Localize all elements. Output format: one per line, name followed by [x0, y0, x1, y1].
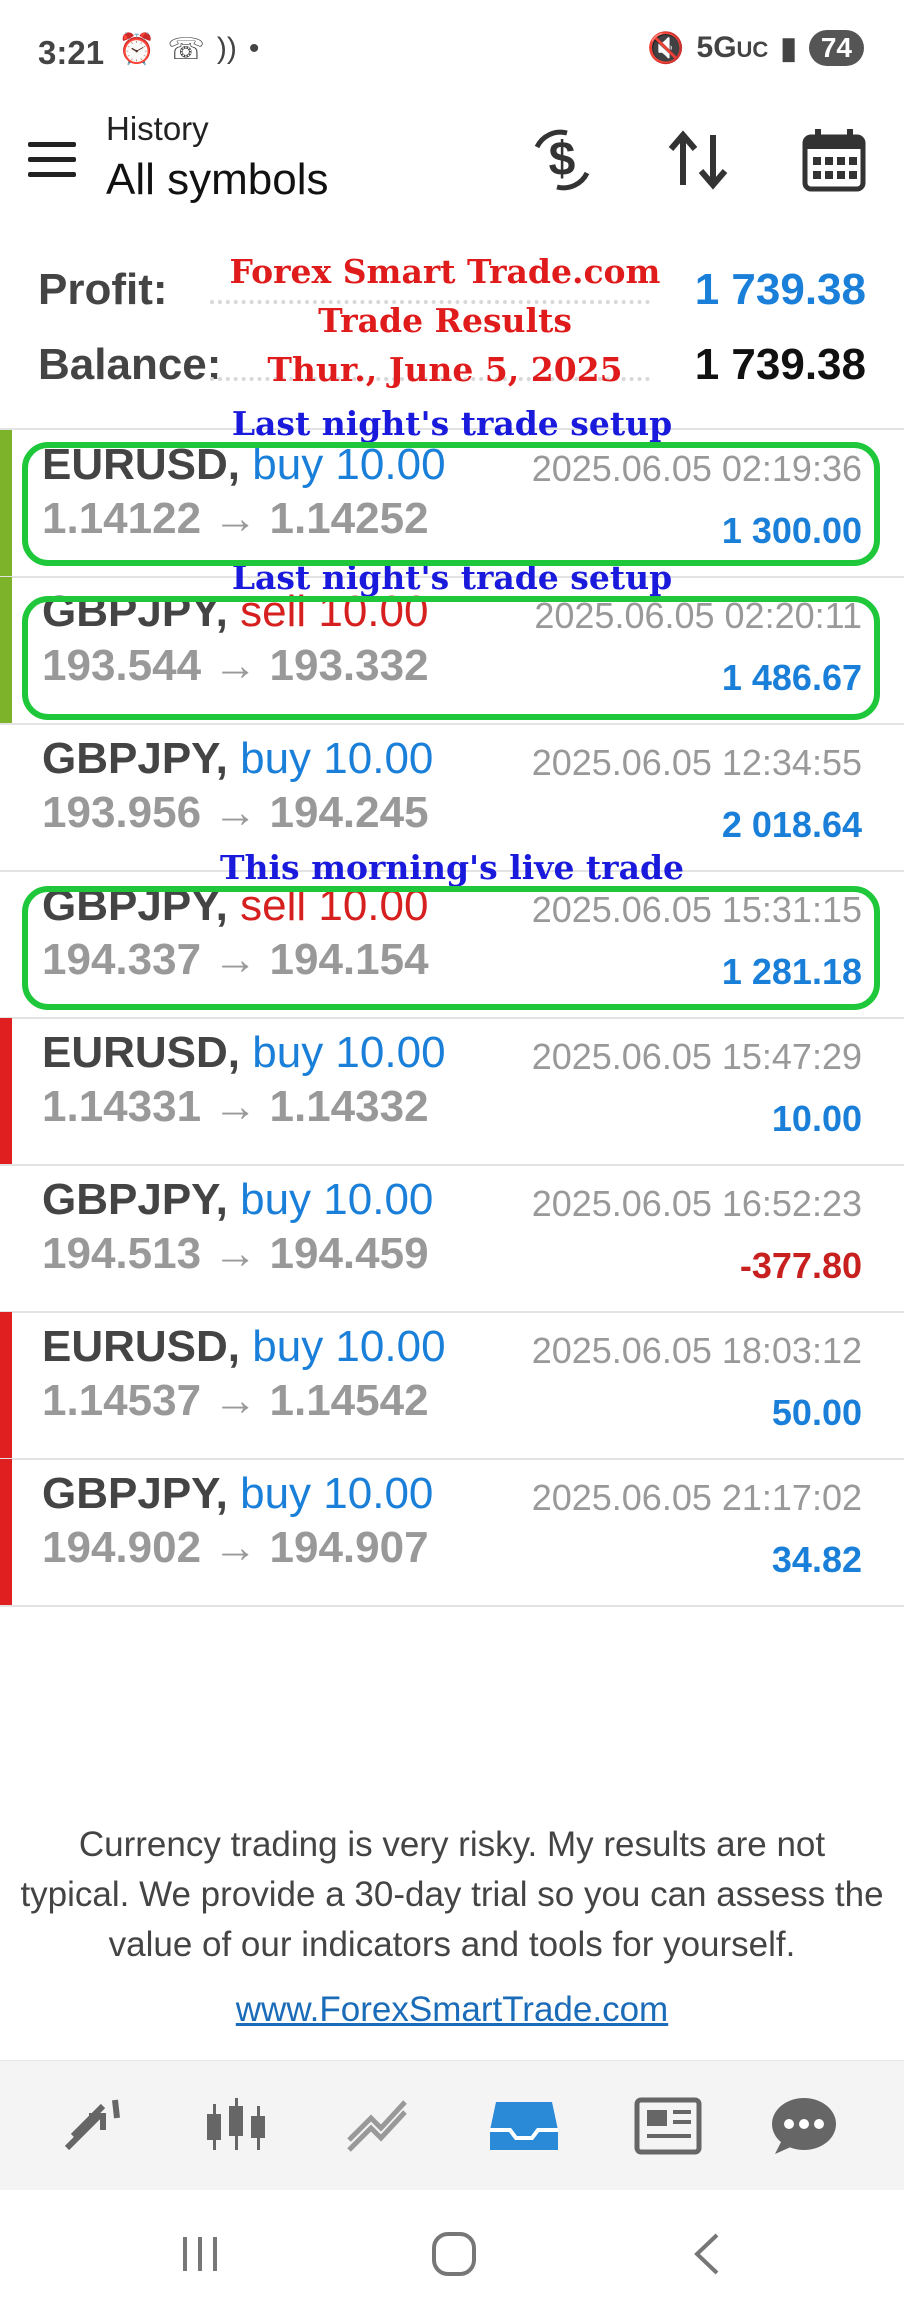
trade-side: buy 10.00 [240, 734, 434, 783]
trade-row[interactable]: EURUSD, buy 10.00 1.14331 → 1.14332 2025.0… [0, 1018, 904, 1166]
trade-symbol: EURUSD, buy 10.00 [42, 1322, 446, 1371]
trade-date: 2025.06.05 18:03:12 [531, 1330, 862, 1371]
profit-label: Profit: [38, 265, 168, 314]
highlight-box-3 [22, 886, 880, 1010]
overlay-date: Thur., June 5, 2025 [267, 350, 623, 389]
profit-value: 1 739.38 [694, 265, 866, 314]
highlight-box-2 [22, 596, 880, 720]
trade-pnl: 34.82 [771, 1539, 862, 1580]
trade-prices: 1.14537 → 1.14542 [42, 1376, 429, 1425]
annotation-1: Last night's trade setup [231, 404, 673, 443]
recent-apps-icon[interactable] [170, 2224, 230, 2284]
history-icon[interactable] [484, 2091, 564, 2161]
trade-prices: 193.956 → 194.245 [42, 788, 429, 837]
battery-icon: 74 [808, 30, 864, 66]
trade-pnl: -377.80 [739, 1245, 862, 1286]
overlay-site-title: Forex Smart Trade.com [229, 252, 661, 291]
balance-label: Balance: [38, 340, 222, 389]
header-title[interactable]: All symbols [106, 155, 329, 205]
balance-value: 1 739.38 [694, 340, 866, 389]
trade-date: 2025.06.05 21:17:02 [531, 1477, 862, 1518]
trade-prices: 194.513 → 194.459 [42, 1229, 429, 1278]
status-icons-right: 🔇 5GUC ▮ 74 [647, 30, 864, 66]
calendar-icon[interactable] [794, 120, 874, 200]
trade-pnl: 2 018.64 [721, 804, 862, 845]
trade-symbol: GBPJPY, buy 10.00 [42, 1175, 434, 1224]
status-icons-left: ⏰ ☏ )) • [118, 32, 259, 67]
highlight-box-1 [22, 442, 880, 566]
nfc-icon: )) [216, 32, 237, 65]
alarm-icon: ⏰ [118, 33, 156, 66]
trade-date: 2025.06.05 16:52:23 [531, 1183, 862, 1224]
dollar-refresh-icon[interactable]: $ [522, 120, 602, 200]
sort-icon[interactable] [658, 120, 738, 200]
network-label: 5GUC [696, 31, 769, 64]
trade-row[interactable]: GBPJPY, buy 10.00 194.902 → 194.907 2025.0… [0, 1459, 904, 1607]
trade-status-bar [0, 1312, 12, 1458]
svg-text:$: $ [549, 133, 576, 186]
trade-side: buy 10.00 [252, 1322, 446, 1371]
trade-status-bar [0, 1018, 12, 1164]
annotation-3: This morning's live trade [219, 848, 685, 887]
trade-row[interactable]: GBPJPY, buy 10.00 194.513 → 194.459 2025.0… [0, 1165, 904, 1313]
trade-status-bar [0, 577, 12, 723]
trade-symbol: EURUSD, buy 10.00 [42, 1028, 446, 1077]
chart-icon[interactable] [196, 2091, 276, 2161]
system-nav-bar [0, 2190, 904, 2316]
quotes-icon[interactable] [54, 2091, 134, 2161]
trade-symbol: GBPJPY, buy 10.00 [42, 734, 434, 783]
disclaimer-text: Currency trading is very risky. My resul… [20, 1825, 884, 1964]
trade-pnl: 10.00 [771, 1098, 862, 1139]
hamburger-menu-icon[interactable] [28, 142, 76, 177]
back-icon[interactable] [678, 2224, 738, 2284]
home-icon[interactable] [424, 2224, 484, 2284]
trade-status-bar [0, 871, 12, 1017]
overlay-trade-results: Trade Results [318, 301, 572, 340]
trade-row[interactable]: EURUSD, buy 10.00 1.14537 → 1.14542 2025.0… [0, 1312, 904, 1460]
bottom-tab-bar [0, 2060, 904, 2191]
mute-icon: 🔇 [647, 31, 685, 65]
trade-date: 2025.06.05 12:34:55 [531, 742, 862, 783]
trade-symbol: GBPJPY, buy 10.00 [42, 1469, 434, 1518]
trade-pnl: 50.00 [771, 1392, 862, 1433]
trade-prices: 194.902 → 194.907 [42, 1523, 429, 1572]
trade-prices: 1.14331 → 1.14332 [42, 1082, 429, 1131]
chat-icon[interactable] [764, 2091, 844, 2161]
trade-status-bar [0, 1165, 12, 1311]
status-bar: 3:21 ⏰ ☏ )) • 🔇 5GUC ▮ 74 [0, 0, 904, 110]
header-subtitle: History [106, 110, 209, 147]
trade-side: buy 10.00 [252, 1028, 446, 1077]
website-link[interactable]: www.ForexSmartTrade.com [0, 1990, 904, 2030]
signal-icon: ▮ [780, 31, 797, 65]
missed-call-icon: ☏ [167, 33, 205, 66]
trade-side: buy 10.00 [240, 1175, 434, 1224]
dot-icon: • [248, 32, 260, 65]
trade-status-bar [0, 430, 12, 576]
trade-date: 2025.06.05 15:47:29 [531, 1036, 862, 1077]
status-time: 3:21 [38, 34, 105, 71]
news-icon[interactable] [628, 2091, 708, 2161]
trade-icon[interactable] [338, 2091, 418, 2161]
trade-side: buy 10.00 [240, 1469, 434, 1518]
trade-status-bar [0, 1459, 12, 1605]
